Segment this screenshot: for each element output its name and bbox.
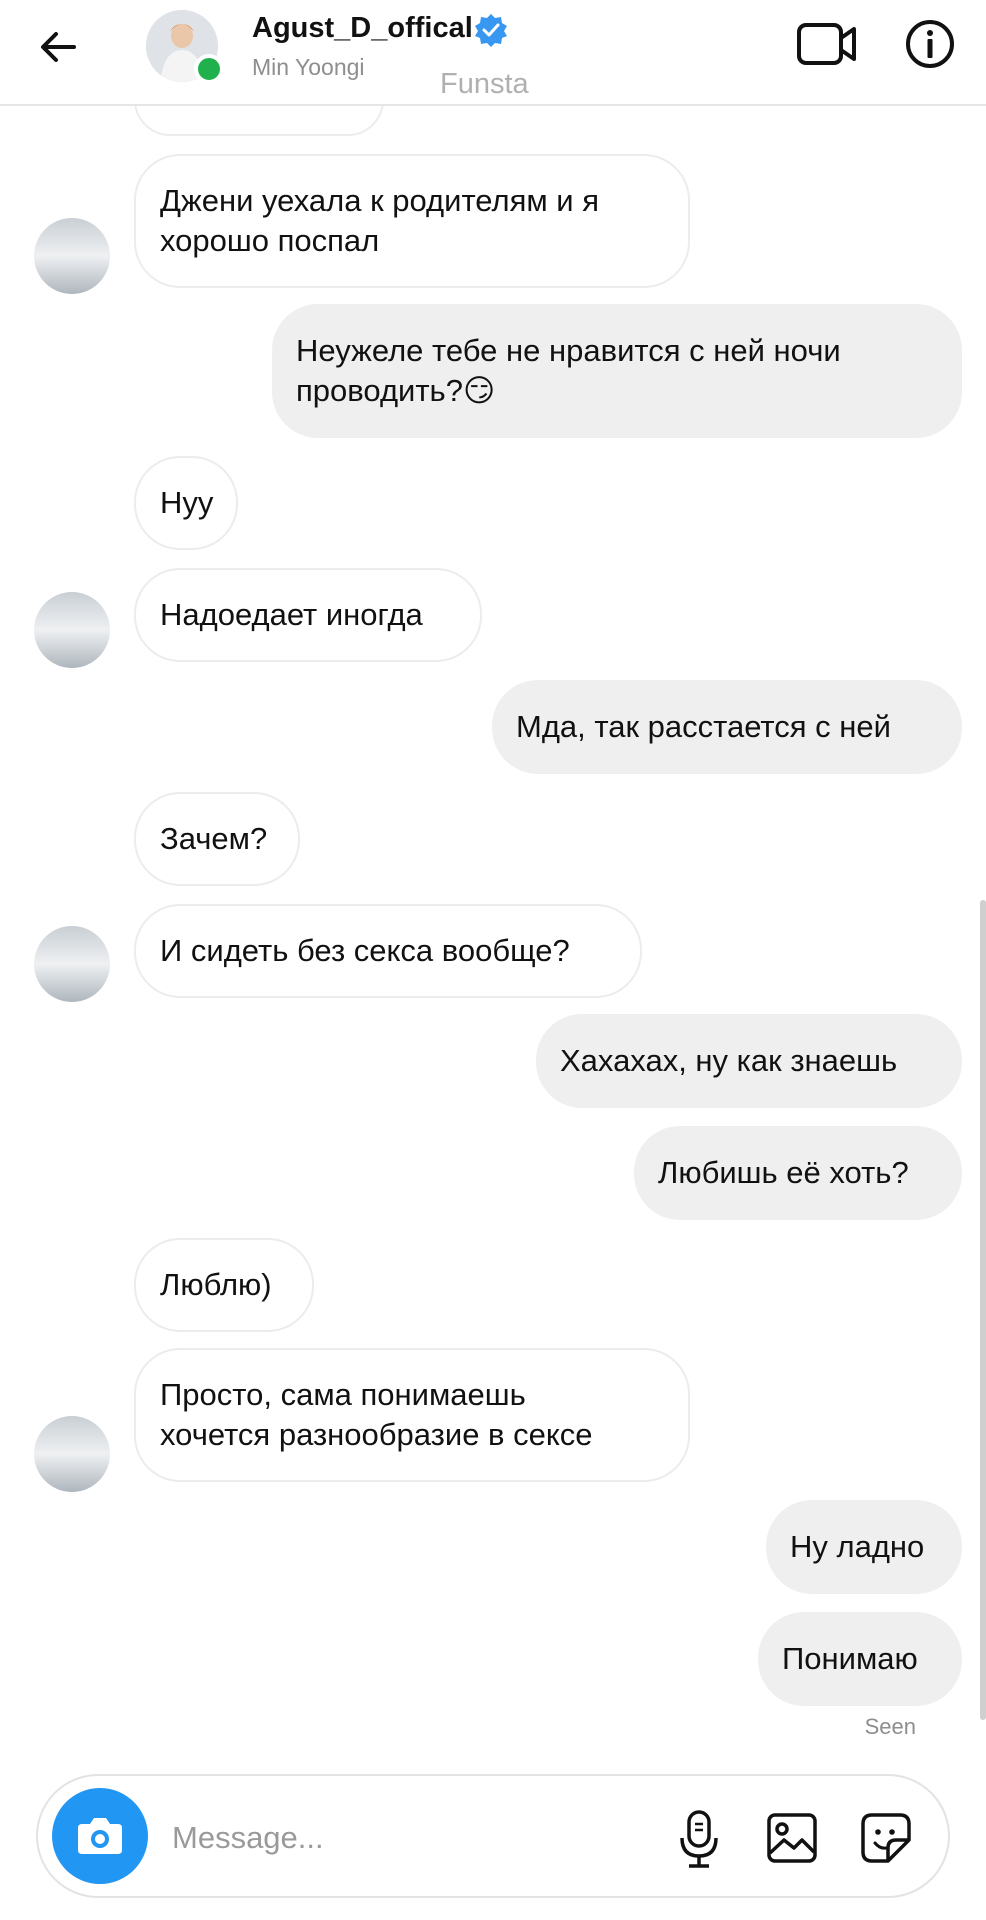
chat-subname: Min Yoongi	[252, 54, 365, 80]
gallery-button[interactable]	[764, 1810, 820, 1866]
video-call-icon	[797, 23, 856, 65]
camera-icon	[78, 1818, 122, 1854]
message-input[interactable]	[170, 1806, 644, 1870]
info-icon	[906, 20, 954, 68]
verified-badge-icon	[475, 14, 507, 47]
sender-avatar	[34, 592, 110, 668]
sender-avatar	[34, 218, 110, 294]
message-bubble-incoming[interactable]: Нуу	[134, 456, 238, 550]
message-bubble-incoming[interactable]: Джени уехала к родителям и я хорошо посп…	[134, 154, 690, 288]
message-bubble-partial	[134, 104, 384, 136]
message-bubble-outgoing[interactable]: Неужеле тебе не нравится с ней ночи пров…	[272, 304, 962, 438]
watermark-text: Funsta	[440, 68, 529, 100]
profile-avatar[interactable]	[146, 10, 224, 84]
gallery-icon	[767, 1813, 817, 1863]
message-bubble-incoming[interactable]: Люблю)	[134, 1238, 314, 1332]
online-status-dot	[194, 54, 224, 84]
microphone-icon	[680, 1810, 718, 1868]
message-bubble-incoming[interactable]: И сидеть без секса вообще?	[134, 904, 642, 998]
sender-avatar	[34, 1416, 110, 1492]
sticker-button[interactable]	[858, 1810, 914, 1866]
message-bubble-outgoing[interactable]: Хахахах, ну как знаешь	[536, 1014, 962, 1108]
seen-indicator: Seen	[864, 1714, 916, 1739]
message-composer	[36, 1774, 950, 1898]
message-bubble-incoming[interactable]: Просто, сама понимаешь хочется разнообра…	[134, 1348, 690, 1482]
video-call-button[interactable]	[796, 18, 858, 70]
camera-button[interactable]	[52, 1788, 148, 1884]
message-bubble-incoming[interactable]: Зачем?	[134, 792, 300, 886]
sticker-icon	[861, 1813, 911, 1863]
message-bubble-outgoing[interactable]: Ну ладно	[766, 1500, 962, 1594]
back-arrow-icon	[41, 32, 76, 62]
info-button[interactable]	[904, 18, 956, 70]
message-list[interactable]: Джени уехала к родителям и я хорошо посп…	[0, 104, 986, 1754]
back-button[interactable]	[34, 22, 84, 72]
chat-username[interactable]: Agust_D_offical	[252, 12, 473, 45]
message-bubble-incoming[interactable]: Надоедает иногда	[134, 568, 482, 662]
sender-avatar	[34, 926, 110, 1002]
microphone-button[interactable]	[674, 1808, 724, 1870]
message-bubble-outgoing[interactable]: Мда, так расстается с ней	[492, 680, 962, 774]
message-bubble-outgoing[interactable]: Любишь её хоть?	[634, 1126, 962, 1220]
scrollbar[interactable]	[980, 900, 986, 1720]
message-bubble-outgoing[interactable]: Понимаю	[758, 1612, 962, 1706]
